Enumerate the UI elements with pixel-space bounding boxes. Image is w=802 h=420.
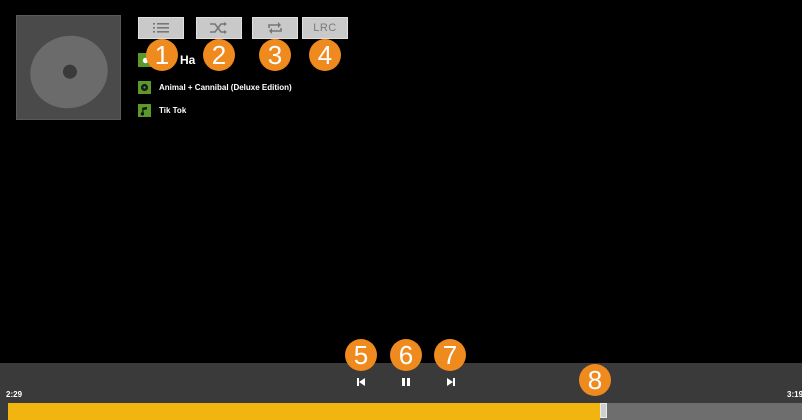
pause-button[interactable]: [399, 376, 413, 388]
annotation-badge-6: 6: [390, 339, 422, 371]
album-row: Animal + Cannibal (Deluxe Edition): [138, 81, 292, 94]
annotation-badge-3: 3: [259, 39, 291, 71]
duration-time: 3:19: [787, 390, 802, 399]
playlist-icon: [153, 23, 169, 33]
song-name: Tik Tok: [159, 106, 187, 115]
song-row: Tik Tok: [138, 104, 186, 117]
previous-icon: [357, 378, 365, 386]
shuffle-button[interactable]: [196, 17, 242, 39]
album-name: Animal + Cannibal (Deluxe Edition): [159, 83, 292, 92]
annotation-badge-2: 2: [203, 39, 235, 71]
disc-icon: [20, 25, 118, 119]
elapsed-time: 2:29: [6, 390, 23, 399]
annotation-badge-8: 8: [579, 364, 611, 396]
seek-bar[interactable]: [8, 403, 802, 420]
repeat-button[interactable]: [252, 17, 298, 39]
repeat-icon: [268, 22, 282, 34]
track-title: Ha: [180, 53, 196, 67]
annotation-badge-1: 1: [146, 39, 178, 71]
lyrics-button-label: LRC: [313, 22, 337, 34]
shuffle-icon: [210, 22, 227, 34]
previous-button[interactable]: [354, 376, 368, 388]
album-icon: [138, 81, 151, 94]
annotation-badge-5: 5: [345, 339, 377, 371]
song-icon: [138, 104, 151, 117]
pause-icon: [402, 378, 410, 386]
next-icon: [447, 378, 455, 386]
seek-bar-thumb[interactable]: [600, 403, 607, 418]
next-button[interactable]: [444, 376, 458, 388]
lyrics-button[interactable]: LRC: [302, 17, 348, 39]
album-art: [16, 15, 121, 120]
playlist-button[interactable]: [138, 17, 184, 39]
seek-bar-progress: [8, 403, 600, 420]
disc-hole: [61, 62, 79, 81]
music-player-screen: LRC Ha Animal + Cannibal (Deluxe Edition…: [0, 0, 802, 420]
annotation-badge-4: 4: [309, 39, 341, 71]
annotation-badge-7: 7: [434, 339, 466, 371]
